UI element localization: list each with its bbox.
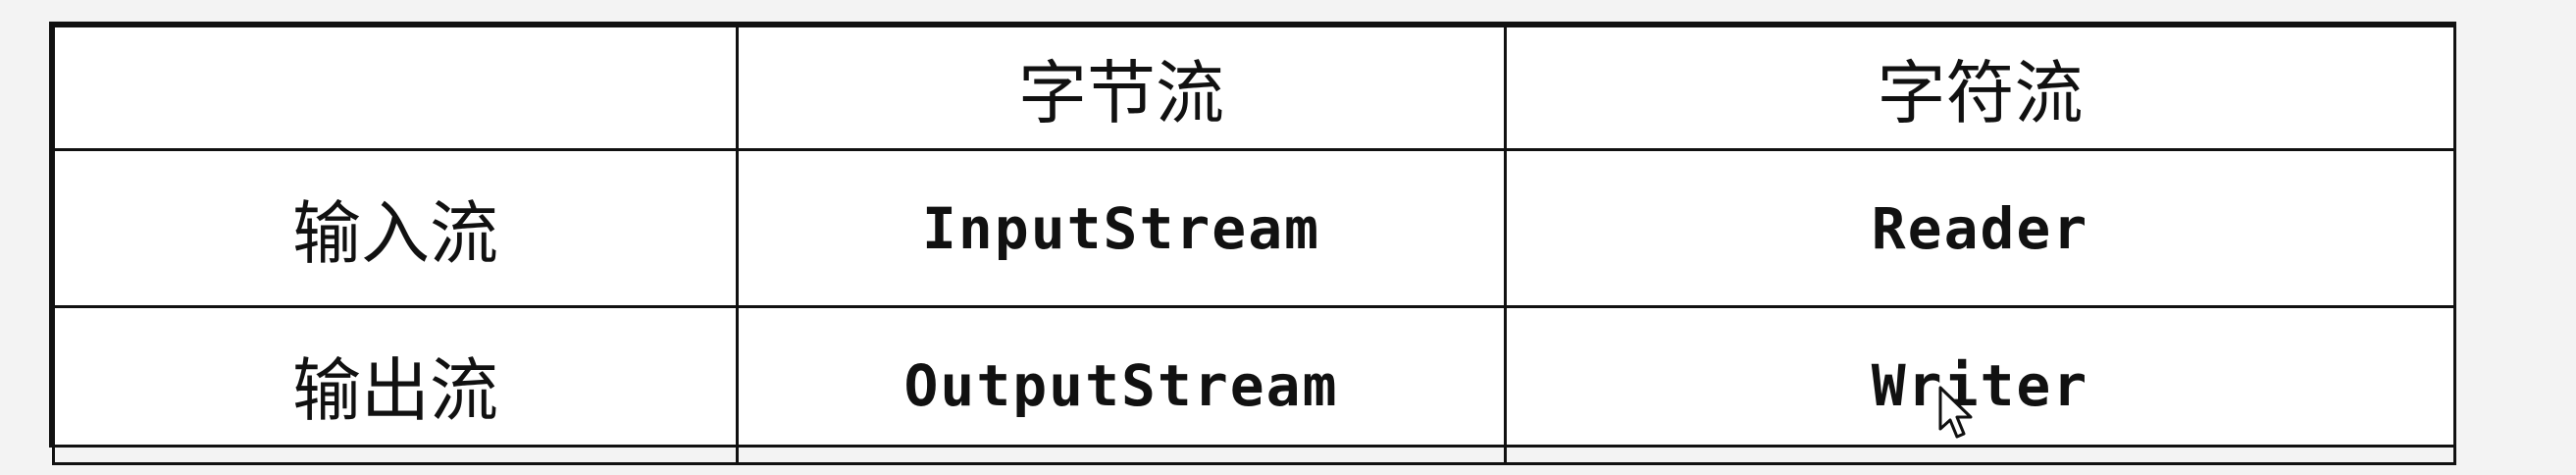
io-stream-table-frame: 字节流 字符流 输入流 InputStream Reader 输出流 Outpu… bbox=[49, 22, 2456, 465]
header-row: 字节流 字符流 bbox=[52, 25, 2456, 151]
cell-output-char-stream: Writer bbox=[1504, 305, 2456, 465]
cell-output-byte-stream: OutputStream bbox=[736, 305, 1507, 465]
cell-input-char-stream: Reader bbox=[1504, 148, 2456, 308]
corner-cell bbox=[52, 25, 739, 151]
screenshot-page: 字节流 字符流 输入流 InputStream Reader 输出流 Outpu… bbox=[0, 0, 2576, 475]
table-row-input: 输入流 InputStream Reader bbox=[52, 148, 2456, 308]
header-byte-stream: 字节流 bbox=[736, 25, 1507, 151]
header-char-stream: 字符流 bbox=[1504, 25, 2456, 151]
row-label-output: 输出流 bbox=[52, 305, 739, 465]
row-label-input: 输入流 bbox=[52, 148, 739, 308]
cell-input-byte-stream: InputStream bbox=[736, 148, 1507, 308]
io-stream-table: 字节流 字符流 输入流 InputStream Reader 输出流 Outpu… bbox=[52, 25, 2456, 465]
table-row-output: 输出流 OutputStream Writer bbox=[52, 305, 2456, 465]
